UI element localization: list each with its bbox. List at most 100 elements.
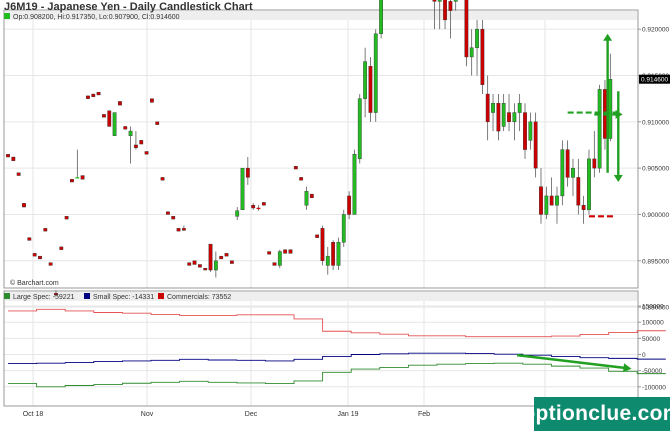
annotations <box>567 33 623 218</box>
candle-body <box>27 237 32 241</box>
candle <box>608 53 613 142</box>
source-label: © Barchart.com <box>10 279 59 287</box>
price-tick-label: 0.910000 <box>642 119 669 126</box>
candle <box>560 140 565 206</box>
candle <box>379 0 383 39</box>
arrow-up-head <box>603 33 613 41</box>
x-tick-label: Dec <box>245 411 258 418</box>
price-tick-label: 0.895000 <box>642 258 669 265</box>
candle-body <box>229 260 234 264</box>
cot-series <box>8 308 666 388</box>
price-grid <box>4 20 638 308</box>
candle-body <box>299 177 304 181</box>
candle-body <box>16 172 21 176</box>
candle <box>267 251 272 255</box>
candle-body <box>197 264 202 268</box>
candle-body <box>379 0 383 35</box>
candle-body <box>341 214 346 243</box>
candle-body <box>181 228 186 231</box>
cot-legend-commercials: Commercials: 73552 <box>167 294 231 301</box>
candle-body <box>480 28 485 85</box>
candle-body <box>272 262 277 266</box>
cot-legend-small-spec: Small Spec: -14331 <box>93 294 154 301</box>
candle-body <box>224 253 229 257</box>
candle-body <box>517 103 522 113</box>
candle-body <box>64 216 69 220</box>
candle <box>501 94 506 132</box>
candlestick-series <box>6 0 613 296</box>
candle-body <box>80 175 85 180</box>
candle <box>245 157 250 185</box>
candle <box>336 237 341 271</box>
candle <box>48 262 53 266</box>
candle <box>235 207 240 221</box>
candle-body <box>118 101 122 106</box>
candle <box>203 267 208 271</box>
candle <box>507 94 511 132</box>
candle <box>496 94 501 141</box>
candle-body <box>112 112 117 136</box>
candle <box>197 264 202 268</box>
candle-body <box>70 179 74 183</box>
candle <box>373 29 378 122</box>
candle-body <box>565 149 570 178</box>
candle <box>192 260 197 265</box>
candle <box>491 94 495 132</box>
candle-body <box>368 66 373 113</box>
candle-body <box>219 255 224 260</box>
candle-body <box>171 216 176 220</box>
candle-body <box>432 0 437 2</box>
cot-panel-frame <box>3 290 639 407</box>
candle <box>224 253 229 257</box>
price-tick-label: 0.920000 <box>642 27 669 34</box>
candle-body <box>331 242 336 266</box>
candle-body <box>165 211 170 215</box>
candle <box>277 249 282 269</box>
candle <box>576 158 581 215</box>
candle <box>112 112 117 136</box>
candle-body <box>587 158 591 211</box>
candle-body <box>267 251 272 255</box>
candle-body <box>597 89 602 169</box>
candle <box>309 193 314 198</box>
candle <box>80 175 85 180</box>
candle-body <box>448 1 453 11</box>
candle <box>283 249 288 254</box>
candle <box>453 0 458 11</box>
cot-line <box>8 308 666 338</box>
candle-body <box>555 195 559 206</box>
candle <box>165 211 170 215</box>
candle-body <box>315 234 320 238</box>
candle <box>181 225 186 232</box>
chart-canvas: 0.9450000.9400000.9350000.9300000.925000… <box>3 0 670 418</box>
candle <box>118 101 122 106</box>
candle-body <box>75 177 80 179</box>
x-tick-label: Feb <box>418 411 430 418</box>
candle <box>288 249 293 254</box>
candle <box>107 110 112 127</box>
candle <box>64 216 69 220</box>
candle-body <box>443 0 447 21</box>
candle <box>139 140 144 145</box>
candle-body <box>304 191 309 206</box>
candle <box>512 103 517 141</box>
candle <box>528 112 533 150</box>
cot-tick-label: 50000 <box>642 336 660 343</box>
candle-body <box>102 114 106 118</box>
candle-body <box>528 121 533 141</box>
candle <box>363 47 368 118</box>
candle-body <box>549 195 554 206</box>
candle-body <box>91 93 96 98</box>
candle-body <box>86 95 90 99</box>
candle <box>134 131 138 150</box>
candle-body <box>325 255 330 266</box>
candle <box>6 154 10 158</box>
candle-body <box>187 262 192 266</box>
candle-body <box>208 243 213 271</box>
candle-body <box>352 154 357 215</box>
x-tick-label: Nov <box>141 411 154 418</box>
candle-body <box>512 112 517 123</box>
candle <box>208 243 213 272</box>
candle <box>22 203 26 208</box>
candle <box>32 253 37 257</box>
